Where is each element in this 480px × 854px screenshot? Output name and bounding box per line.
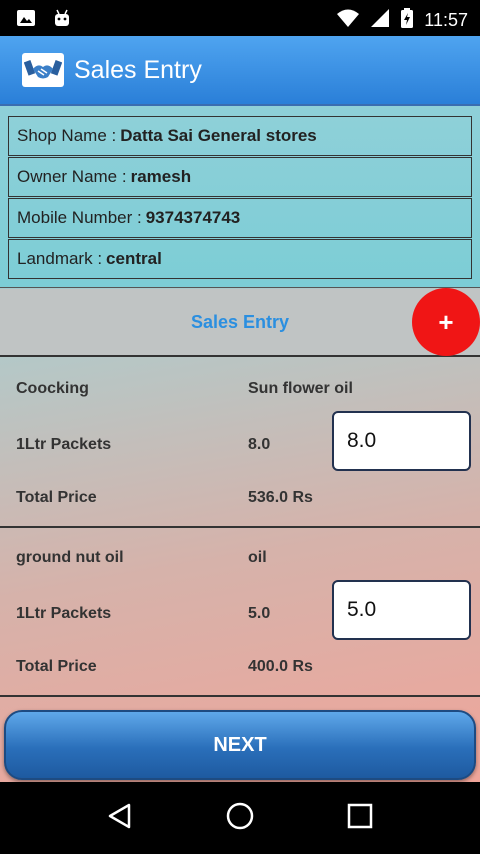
sales-entry-item: Coocking Sun flower oil 1Ltr Packets 8.0… <box>0 359 480 528</box>
landmark-row: Landmark : central <box>8 239 472 279</box>
handshake-icon <box>22 53 64 87</box>
entry-total-label: Total Price <box>16 658 97 675</box>
quantity-input[interactable] <box>332 411 471 471</box>
status-bar: 11:57 <box>0 0 480 36</box>
entry-packet-count: 5.0 <box>248 605 271 622</box>
back-icon[interactable] <box>105 801 135 836</box>
landmark-value: central <box>106 249 162 268</box>
entry-packet-label: 1Ltr Packets <box>16 436 112 453</box>
owner-name-label: Owner Name : <box>17 167 127 186</box>
sales-entry-heading: Sales Entry <box>190 311 290 332</box>
entry-total-value: 536.0 Rs <box>248 489 313 506</box>
mobile-number-value: 9374374743 <box>145 208 241 227</box>
entry-packet-count: 8.0 <box>248 436 271 453</box>
entry-product: oil <box>248 549 267 566</box>
owner-name-value: ramesh <box>130 167 192 186</box>
entry-category: ground nut oil <box>16 549 124 566</box>
wifi-icon <box>336 8 360 33</box>
content-area[interactable]: Shop Name : Datta Sai General stores Own… <box>0 106 480 782</box>
app-bar: Sales Entry <box>0 36 480 106</box>
entry-packet-label: 1Ltr Packets <box>16 605 112 622</box>
mobile-number-row: Mobile Number : 9374374743 <box>8 198 472 238</box>
quantity-input[interactable] <box>332 580 471 640</box>
navigation-bar <box>0 782 480 854</box>
add-entry-button[interactable]: + <box>412 288 480 356</box>
image-icon <box>16 8 36 33</box>
entry-total-label: Total Price <box>16 489 97 506</box>
shop-name-label: Shop Name : <box>17 126 117 145</box>
shop-name-row: Shop Name : Datta Sai General stores <box>8 116 472 156</box>
entry-category: Coocking <box>16 380 89 397</box>
home-icon[interactable] <box>225 801 255 836</box>
recents-icon[interactable] <box>345 801 375 836</box>
next-button[interactable]: NEXT <box>4 710 476 780</box>
android-icon <box>52 8 72 33</box>
battery-charging-icon <box>400 7 414 34</box>
shop-name-value: Datta Sai General stores <box>120 126 317 145</box>
sales-entry-header: Sales Entry <box>0 289 480 357</box>
status-time: 11:57 <box>424 10 468 30</box>
shop-details: Shop Name : Datta Sai General stores Own… <box>0 106 480 288</box>
signal-icon <box>370 8 390 33</box>
mobile-number-label: Mobile Number : <box>17 208 142 227</box>
entry-total-value: 400.0 Rs <box>248 658 313 675</box>
sales-entry-item: ground nut oil oil 1Ltr Packets 5.0 Tota… <box>0 528 480 697</box>
landmark-label: Landmark : <box>17 249 103 268</box>
entry-product: Sun flower oil <box>248 380 353 397</box>
owner-name-row: Owner Name : ramesh <box>8 157 472 197</box>
app-title: Sales Entry <box>74 55 202 84</box>
